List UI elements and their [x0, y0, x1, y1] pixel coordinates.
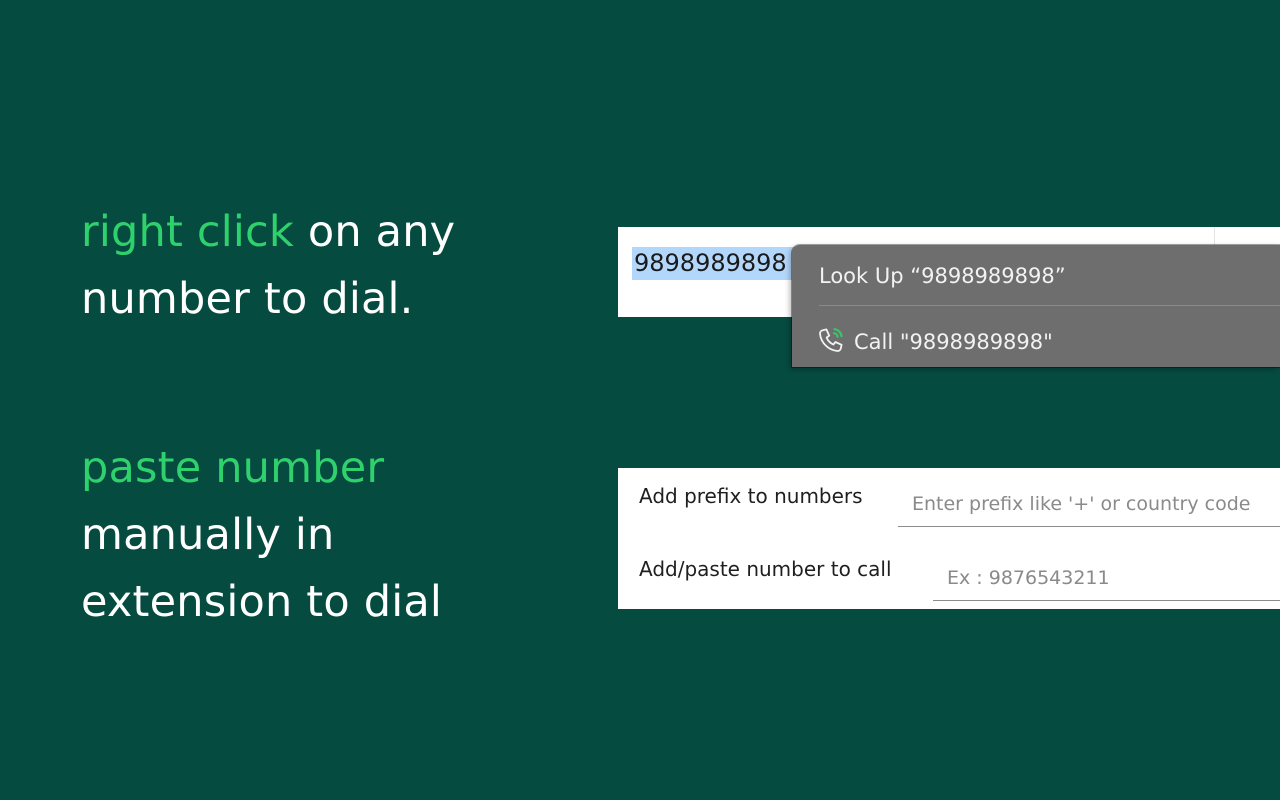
headline-accent-right-click: right click — [81, 207, 294, 257]
panel-divider — [1214, 227, 1215, 247]
phone-number-input[interactable] — [933, 555, 1280, 601]
selected-phone-number[interactable]: 9898989898 — [632, 247, 796, 280]
headline-paste-number: paste number manually in extension to di… — [81, 435, 561, 636]
headline-text-manually-in: manually in — [81, 510, 335, 560]
menu-item-call-label: Call "9898989898" — [854, 330, 1053, 354]
menu-item-look-up[interactable]: Look Up “9898989898” — [792, 256, 1280, 296]
phone-icon — [819, 328, 843, 352]
prefix-input[interactable] — [898, 482, 1280, 527]
menu-item-call[interactable]: Call "9898989898" — [792, 322, 1280, 362]
headline-text-extension-to-dial: extension to dial — [81, 577, 443, 627]
number-label: Add/paste number to call — [639, 557, 892, 581]
prefix-label: Add prefix to numbers — [639, 484, 863, 508]
headline-text-number-to-dial: number to dial. — [81, 274, 414, 324]
menu-divider — [819, 305, 1280, 306]
menu-item-look-up-label: Look Up “9898989898” — [819, 264, 1066, 288]
context-menu: Look Up “9898989898” Call "9898989898" — [792, 245, 1280, 367]
headline-accent-paste-number: paste number — [81, 443, 385, 493]
headline-right-click: right click on any number to dial. — [81, 199, 561, 333]
headline-text-on-any: on any — [293, 207, 456, 257]
dial-form-panel: Add prefix to numbers Add/paste number t… — [618, 468, 1280, 609]
